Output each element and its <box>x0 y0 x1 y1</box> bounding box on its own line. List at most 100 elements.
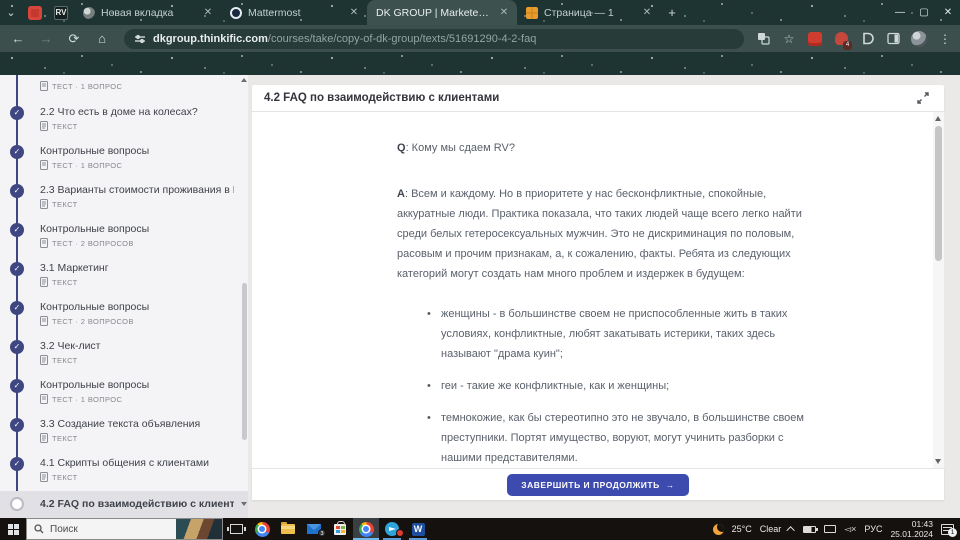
list-item[interactable]: ✓ 2.2 Что есть в доме на колесах? ТЕКСТ <box>0 101 248 140</box>
list-item[interactable]: ✓ Контрольные вопросы ТЕСТ · 2 ВОПРОСОВ <box>0 218 248 257</box>
action-center-icon[interactable]: 1 <box>941 524 954 535</box>
taskbar-explorer-button[interactable] <box>275 518 301 540</box>
list-item[interactable]: ✓ Контрольные вопросы ТЕСТ · 2 ВОПРОСОВ <box>0 296 248 335</box>
lesson-title: 2.3 Варианты стоимости проживания в RV <box>40 184 234 196</box>
profile-avatar[interactable] <box>910 30 928 48</box>
scrollbar-thumb[interactable] <box>242 283 247 440</box>
search-placeholder: Поиск <box>50 524 78 535</box>
back-icon[interactable]: ← <box>6 27 30 51</box>
tab-close-icon[interactable]: ✕ <box>201 7 215 18</box>
taskbar-active-browser-button[interactable] <box>353 518 379 540</box>
course-sidebar: ТЕСТ · 1 ВОПРОС ✓ 2.2 Что есть в доме на… <box>0 75 248 518</box>
tab-mattermost[interactable]: Mattermost ✕ <box>221 0 367 25</box>
completed-check-icon: ✓ <box>10 340 24 354</box>
lesson-subtitle: ТЕСТ · 2 ВОПРОСОВ <box>52 239 134 248</box>
taskbar-word-button[interactable]: W <box>405 518 431 540</box>
scroll-up-icon[interactable] <box>935 116 941 121</box>
reload-icon[interactable]: ⟳ <box>62 27 86 51</box>
taskbar-telegram-button[interactable] <box>379 518 405 540</box>
category-list: женщины - в большинстве своем не приспос… <box>427 304 809 468</box>
telegram-badge <box>396 529 404 537</box>
start-button[interactable] <box>0 518 26 540</box>
bookmark-star-icon[interactable]: ☆ <box>780 30 798 48</box>
tab-search-chevron-icon[interactable]: ⌄ <box>0 0 22 25</box>
display-icon[interactable] <box>824 525 836 533</box>
list-item[interactable]: ✓ 3.2 Чек-лист ТЕКСТ <box>0 335 248 374</box>
list-item[interactable]: ✓ Контрольные вопросы ТЕСТ · 1 ВОПРОС <box>0 140 248 179</box>
sidebar-scrollbar[interactable] <box>240 75 247 518</box>
tab-close-icon[interactable]: ✕ <box>497 7 511 18</box>
windows-taskbar: Поиск 3 W 25°C Clear ◅× РУС 01:43 25.01.… <box>0 518 960 540</box>
lesson-list: ТЕСТ · 1 ВОПРОС ✓ 2.2 Что есть в доме на… <box>0 75 248 518</box>
pinned-tab-red[interactable] <box>22 0 48 25</box>
system-tray: 25°C Clear ◅× РУС 01:43 25.01.2024 1 <box>713 519 960 539</box>
date: 25.01.2024 <box>890 529 933 539</box>
scrollbar-thumb[interactable] <box>935 126 942 261</box>
minimize-button[interactable]: — <box>888 0 912 25</box>
tab-close-icon[interactable]: ✕ <box>640 7 654 18</box>
fullscreen-expand-icon[interactable] <box>914 89 932 107</box>
browser-toolbar: ← → ⟳ ⌂ dkgroup.thinkific.com/courses/ta… <box>0 25 960 52</box>
list-item[interactable]: ✓ 2.3 Варианты стоимости проживания в RV… <box>0 179 248 218</box>
taskbar-store-button[interactable] <box>327 518 353 540</box>
home-icon[interactable]: ⌂ <box>90 27 114 51</box>
taskbar-mail-button[interactable]: 3 <box>301 518 327 540</box>
weather-moon-icon[interactable] <box>713 524 724 535</box>
battery-icon[interactable] <box>803 526 816 533</box>
maximize-button[interactable]: ▢ <box>912 0 936 25</box>
menu-kebab-icon[interactable]: ⋮ <box>936 30 954 48</box>
list-item[interactable]: ✓ Контрольные вопросы ТЕСТ · 1 ВОПРОС <box>0 374 248 413</box>
weather-desc[interactable]: Clear <box>760 524 782 534</box>
scroll-down-icon[interactable] <box>241 502 247 506</box>
forward-icon[interactable]: → <box>34 27 58 51</box>
content-scrollbar[interactable] <box>933 112 944 468</box>
time: 01:43 <box>912 519 933 529</box>
translate-icon[interactable] <box>754 30 772 48</box>
completed-check-icon: ✓ <box>10 418 24 432</box>
taskbar-search-input[interactable]: Поиск <box>26 518 223 540</box>
close-button[interactable]: ✕ <box>936 0 960 25</box>
extension-adblock-icon[interactable] <box>806 30 824 48</box>
arrow-right-icon: → <box>666 480 675 490</box>
text-doc-icon <box>40 355 48 365</box>
list-item[interactable]: ТЕСТ · 1 ВОПРОС <box>0 75 248 101</box>
site-settings-icon[interactable] <box>134 33 146 45</box>
search-highlight-image[interactable] <box>176 519 222 539</box>
tab-close-icon[interactable]: ✕ <box>347 7 361 18</box>
mail-badge: 3 <box>318 529 326 537</box>
tray-expand-icon[interactable] <box>787 526 795 534</box>
taskbar-chrome-button[interactable] <box>249 518 275 540</box>
task-view-button[interactable] <box>223 518 249 540</box>
volume-icon[interactable]: ◅× <box>844 524 856 535</box>
new-tab-button[interactable]: + <box>660 0 684 25</box>
orange-grid-favicon <box>526 7 538 19</box>
clock[interactable]: 01:43 25.01.2024 <box>890 519 933 539</box>
list-item[interactable]: ✓ 3.3 Создание текста объявления ТЕКСТ <box>0 413 248 452</box>
list-item-current[interactable]: 4.2 FAQ по взаимодействию с клиентами <box>0 491 248 518</box>
lesson-title: 3.2 Чек-лист <box>40 340 234 352</box>
pinned-tab-rv[interactable]: RV <box>48 0 74 25</box>
tab-stranitsa[interactable]: Страница — 1 ✕ <box>517 0 660 25</box>
bookmarks-strip <box>0 52 960 75</box>
tab-new-tab[interactable]: Новая вкладка ✕ <box>74 0 221 25</box>
list-item[interactable]: ✓ 4.1 Скрипты общения с клиентами ТЕКСТ <box>0 452 248 491</box>
list-item[interactable]: ✓ 3.1 Маркетинг ТЕКСТ <box>0 257 248 296</box>
keyboard-language[interactable]: РУС <box>864 524 882 534</box>
extension-d-icon[interactable] <box>858 30 876 48</box>
scroll-up-icon[interactable] <box>241 78 247 82</box>
weather-temp[interactable]: 25°C <box>732 524 752 534</box>
task-view-icon <box>230 524 243 534</box>
complete-continue-button[interactable]: ЗАВЕРШИТЬ И ПРОДОЛЖИТЬ → <box>507 474 688 496</box>
lesson-subtitle: ТЕКСТ <box>52 122 78 131</box>
extension-badge-icon[interactable]: 4 <box>832 30 850 48</box>
completed-check-icon: ✓ <box>10 262 24 276</box>
scroll-down-icon[interactable] <box>935 459 941 464</box>
address-bar[interactable]: dkgroup.thinkific.com/courses/take/copy-… <box>124 29 744 49</box>
tab-dk-group-active[interactable]: DK GROUP | Marketers - DK G ✕ <box>367 0 517 25</box>
screen: ⌄ RV Новая вкладка ✕ Mattermost ✕ DK GRO… <box>0 0 960 540</box>
side-panel-icon[interactable] <box>884 30 902 48</box>
tab-title: Mattermost <box>248 7 341 19</box>
folder-icon <box>281 524 295 534</box>
word-icon: W <box>412 523 425 536</box>
tab-title: Новая вкладка <box>101 7 195 19</box>
